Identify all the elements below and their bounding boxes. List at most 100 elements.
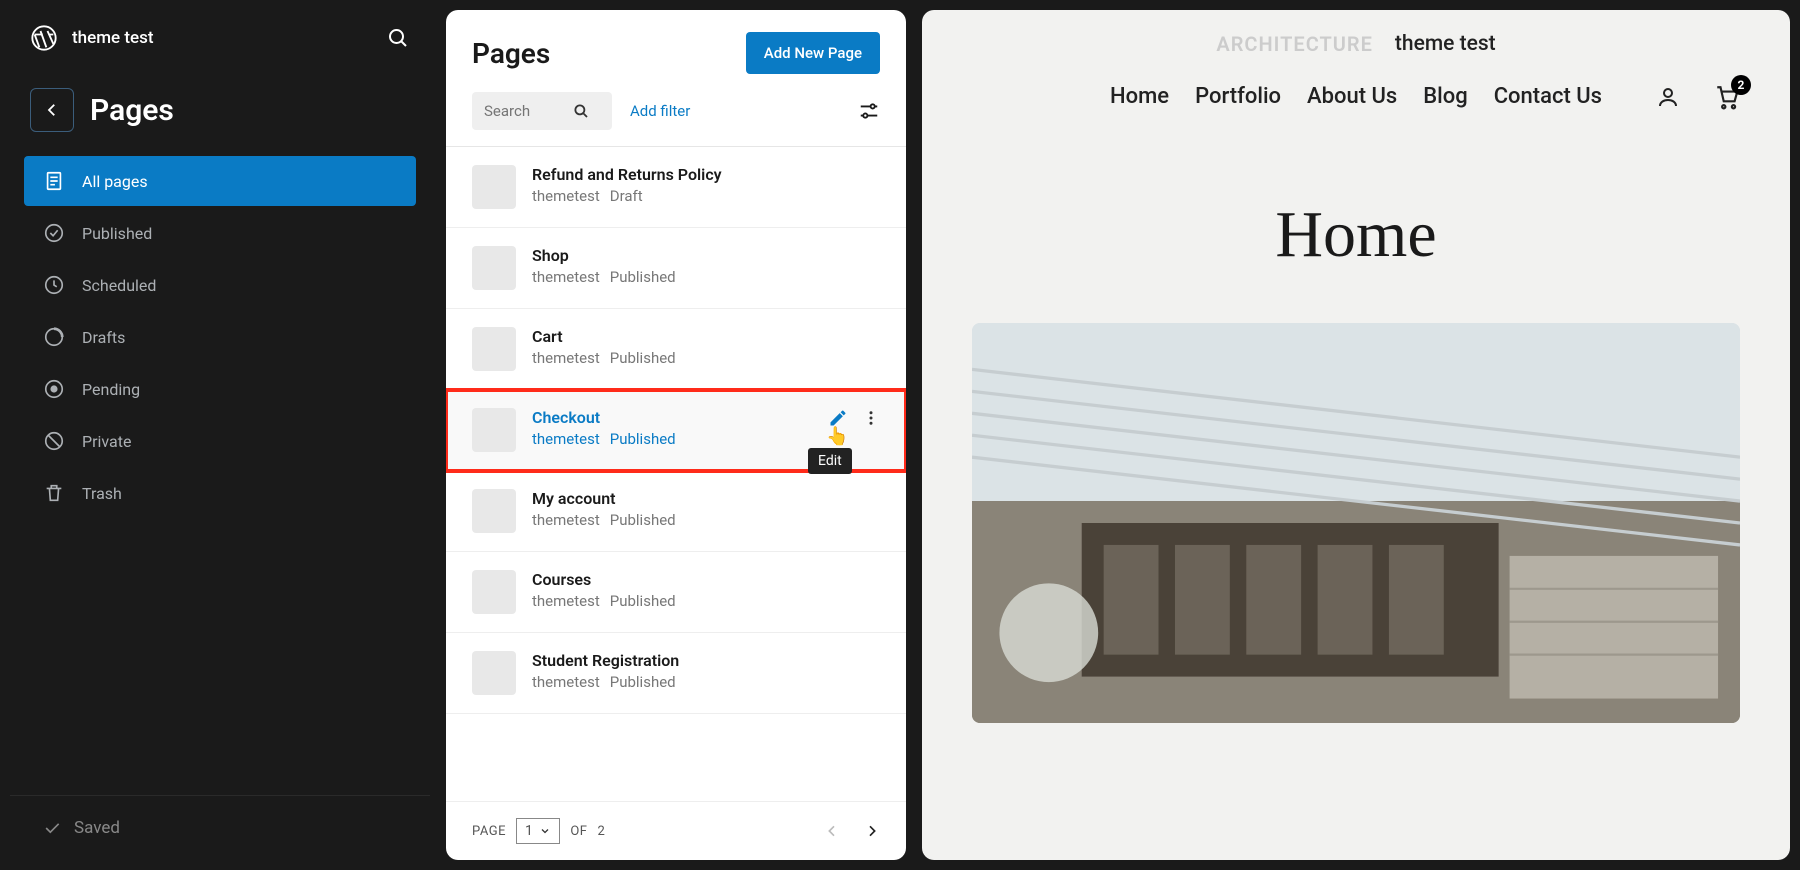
nav-list: All pages Published Scheduled Drafts Pending…: [10, 156, 430, 518]
paginator: PAGE 1 OF 2: [446, 801, 906, 860]
add-filter-link[interactable]: Add filter: [630, 102, 690, 120]
page-row[interactable]: Cart themetestPublished: [446, 309, 906, 390]
edit-icon[interactable]: [828, 408, 848, 428]
pages-panel: Pages Add New Page Add filter Refund and…: [446, 10, 906, 860]
brand-text: ARCHITECTURE: [1216, 32, 1373, 56]
pages-header: Pages Add New Page: [446, 10, 906, 92]
page-thumbnail: [472, 165, 516, 209]
add-new-page-button[interactable]: Add New Page: [746, 32, 880, 74]
cart-badge: 2: [1731, 75, 1751, 95]
page-meta: themetestPublished: [532, 349, 676, 367]
cursor-icon: 👆: [826, 426, 848, 447]
search-input[interactable]: [484, 102, 572, 120]
sidebar-item-private[interactable]: Private: [24, 416, 416, 466]
preview-panel: ARCHITECTURE theme test Home Portfolio Abo…: [922, 10, 1790, 860]
private-icon: [42, 429, 66, 453]
preview-site-header: ARCHITECTURE theme test: [922, 10, 1790, 64]
page-total: 2: [598, 824, 606, 839]
page-title[interactable]: Checkout: [532, 408, 676, 427]
page-row[interactable]: Student Registration themetestPublished: [446, 633, 906, 714]
of-label: OF: [570, 824, 587, 839]
sidebar-item-scheduled[interactable]: Scheduled: [24, 260, 416, 310]
page-title[interactable]: Student Registration: [532, 651, 679, 670]
check-icon: [42, 221, 66, 245]
site-name[interactable]: theme test: [72, 28, 372, 48]
next-page-button[interactable]: [864, 823, 880, 839]
saved-label: Saved: [74, 818, 120, 838]
nav-label: All pages: [82, 172, 148, 191]
account-icon[interactable]: [1656, 85, 1680, 109]
nav-label: Pending: [82, 380, 140, 399]
page-row[interactable]: My account themetestPublished: [446, 471, 906, 552]
sidebar-item-pending[interactable]: Pending: [24, 364, 416, 414]
pages-list: Refund and Returns Policy themetestDraft…: [446, 146, 906, 801]
pages-icon: [42, 169, 66, 193]
preview-nav-home[interactable]: Home: [1110, 84, 1169, 109]
search-icon[interactable]: [386, 26, 410, 50]
page-info: My account themetestPublished: [532, 489, 676, 529]
hero-image: [972, 323, 1740, 723]
prev-page-button[interactable]: [824, 823, 840, 839]
page-meta: themetestPublished: [532, 673, 679, 691]
nav-label: Scheduled: [82, 276, 156, 295]
preview-icons: 2: [1656, 84, 1740, 110]
page-title[interactable]: Refund and Returns Policy: [532, 165, 722, 184]
wordpress-logo-icon[interactable]: [30, 24, 58, 52]
saved-status: Saved: [10, 795, 430, 860]
sidebar-item-drafts[interactable]: Drafts: [24, 312, 416, 362]
section-header: Pages: [10, 66, 430, 156]
pages-title: Pages: [472, 37, 550, 70]
page-nav: [824, 823, 880, 839]
page-thumbnail: [472, 327, 516, 371]
trash-icon: [42, 481, 66, 505]
preview-nav: Home Portfolio About Us Blog Contact Us 2: [922, 64, 1790, 117]
row-actions: 👆 Edit: [828, 408, 880, 428]
page-prefix: PAGE: [472, 824, 506, 839]
page-thumbnail: [472, 246, 516, 290]
nav-label: Published: [82, 224, 152, 243]
pending-icon: [42, 377, 66, 401]
page-info: Student Registration themetestPublished: [532, 651, 679, 691]
sidebar-item-trash[interactable]: Trash: [24, 468, 416, 518]
page-info: Courses themetestPublished: [532, 570, 676, 610]
page-title[interactable]: Cart: [532, 327, 676, 346]
page-title[interactable]: My account: [532, 489, 676, 508]
preview-site-name: theme test: [1395, 32, 1496, 56]
preview-nav-blog[interactable]: Blog: [1423, 84, 1467, 109]
page-row[interactable]: Refund and Returns Policy themetestDraft: [446, 147, 906, 228]
page-row[interactable]: Courses themetestPublished: [446, 552, 906, 633]
page-title[interactable]: Shop: [532, 246, 676, 265]
page-meta: themetestPublished: [532, 511, 676, 529]
sidebar-item-published[interactable]: Published: [24, 208, 416, 258]
page-info: Refund and Returns Policy themetestDraft: [532, 165, 722, 205]
draft-icon: [42, 325, 66, 349]
preview-nav-contact-us[interactable]: Contact Us: [1494, 84, 1602, 109]
page-thumbnail: [472, 408, 516, 452]
nav-label: Private: [82, 432, 131, 451]
page-select[interactable]: 1: [516, 818, 560, 844]
page-info: Cart themetestPublished: [532, 327, 676, 367]
page-meta: themetestPublished: [532, 268, 676, 286]
search-input-wrap[interactable]: [472, 92, 612, 130]
admin-topbar: theme test: [10, 10, 430, 66]
page-title[interactable]: Courses: [532, 570, 676, 589]
page-meta: themetestPublished: [532, 430, 676, 448]
page-info: Checkout themetestPublished: [532, 408, 676, 448]
page-thumbnail: [472, 489, 516, 533]
nav-label: Drafts: [82, 328, 125, 347]
section-title: Pages: [90, 93, 174, 128]
cart-icon[interactable]: 2: [1714, 84, 1740, 110]
back-button[interactable]: [30, 88, 74, 132]
page-thumbnail: [472, 570, 516, 614]
nav-label: Trash: [82, 484, 122, 503]
page-row[interactable]: Shop themetestPublished: [446, 228, 906, 309]
more-icon[interactable]: [862, 409, 880, 427]
pages-toolbar: Add filter: [446, 92, 906, 146]
page-meta: themetestDraft: [532, 187, 722, 205]
clock-icon: [42, 273, 66, 297]
preview-nav-about-us[interactable]: About Us: [1307, 84, 1397, 109]
filter-options-icon[interactable]: [858, 100, 880, 122]
page-row[interactable]: Checkout themetestPublished 👆 Edit: [446, 390, 906, 471]
preview-nav-portfolio[interactable]: Portfolio: [1195, 84, 1281, 109]
sidebar-item-all-pages[interactable]: All pages: [24, 156, 416, 206]
